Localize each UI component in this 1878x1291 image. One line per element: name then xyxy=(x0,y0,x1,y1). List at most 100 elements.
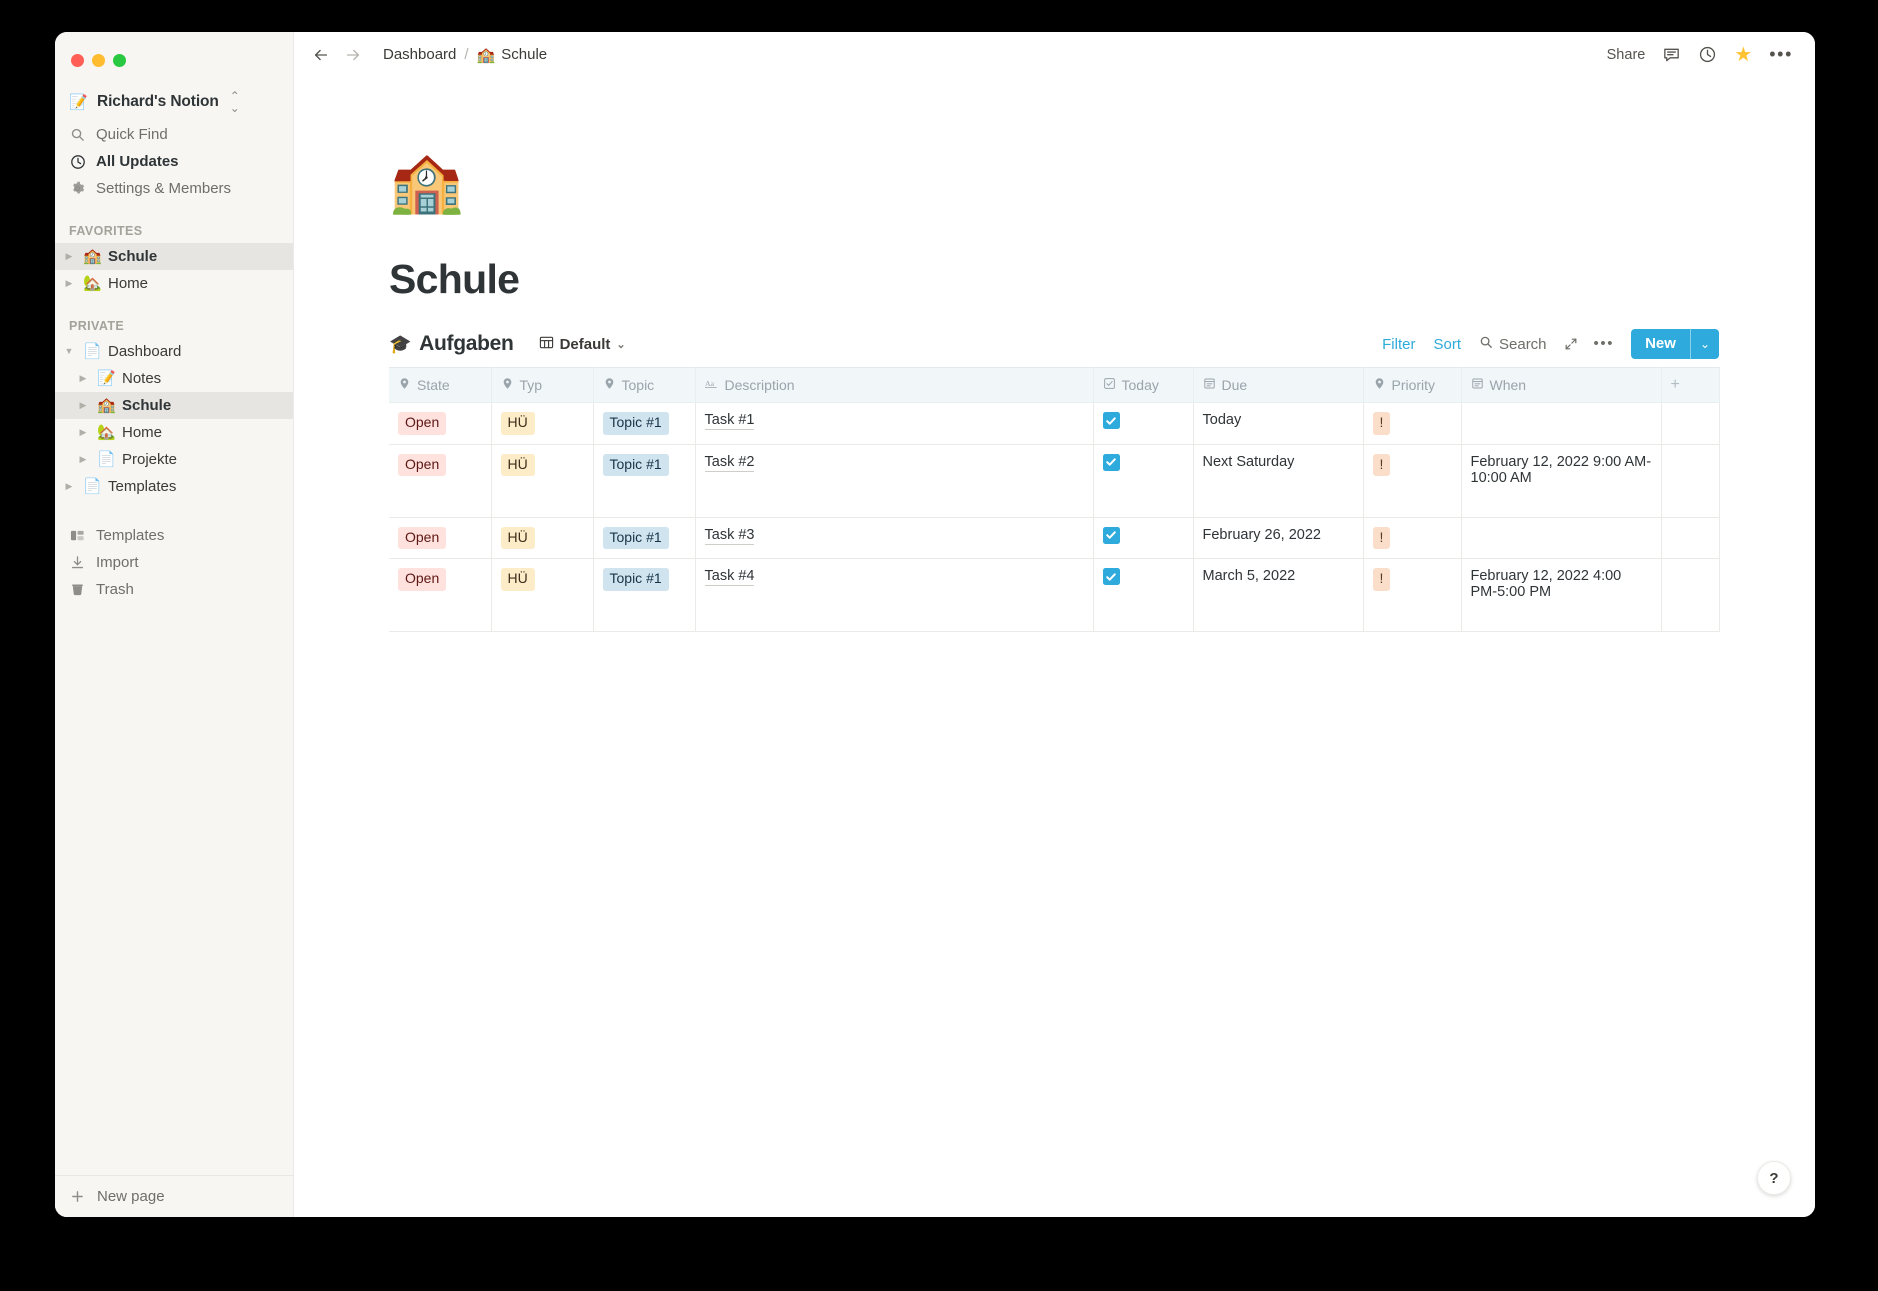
cell-description[interactable]: Task #2 xyxy=(695,444,1094,518)
sidebar-item-favorite-schule[interactable]: ▶ 🏫 Schule xyxy=(55,243,293,270)
sidebar-item-import[interactable]: Import xyxy=(63,549,285,576)
cell-today[interactable] xyxy=(1093,558,1194,632)
column-header-priority[interactable]: Priority xyxy=(1363,367,1462,403)
cell-topic[interactable]: Topic #1 xyxy=(593,444,696,518)
cell-when[interactable] xyxy=(1461,517,1662,559)
arrow-right-icon[interactable] xyxy=(344,46,362,64)
cell-topic[interactable]: Topic #1 xyxy=(593,517,696,559)
cell-typ[interactable]: HÜ xyxy=(491,444,594,518)
cell-when[interactable]: February 12, 2022 4:00 PM-5:00 PM xyxy=(1461,558,1662,632)
page-title[interactable]: Schule xyxy=(389,256,1719,303)
minimize-window-button[interactable] xyxy=(92,53,105,67)
column-header-add-property[interactable]: + xyxy=(1661,367,1720,403)
column-header-topic[interactable]: Topic xyxy=(593,367,696,403)
task-link[interactable]: Task #1 xyxy=(704,412,755,430)
arrow-left-icon[interactable] xyxy=(312,46,330,64)
sidebar-item-settings-members[interactable]: Settings & Members xyxy=(63,175,285,202)
cell-typ[interactable]: HÜ xyxy=(491,517,594,559)
cell-priority[interactable]: ! xyxy=(1363,517,1462,559)
sidebar-item-quick-find[interactable]: Quick Find xyxy=(63,121,285,148)
cell-when[interactable]: February 12, 2022 9:00 AM-10:00 AM xyxy=(1461,444,1662,518)
new-page-button[interactable]: New page xyxy=(55,1176,293,1217)
chevron-right-icon[interactable]: ▶ xyxy=(61,482,77,491)
checkbox-checked-icon[interactable] xyxy=(1102,568,1120,585)
cell-today[interactable] xyxy=(1093,517,1194,559)
cell-state[interactable]: Open xyxy=(389,558,492,632)
view-selector-default[interactable]: Default ⌄ xyxy=(532,331,633,358)
sidebar-item-trash[interactable]: Trash xyxy=(63,576,285,603)
task-link[interactable]: Task #2 xyxy=(704,453,755,472)
cell-typ[interactable]: HÜ xyxy=(491,558,594,632)
column-header-today[interactable]: Today xyxy=(1093,367,1194,403)
cell-priority[interactable]: ! xyxy=(1363,402,1462,445)
column-header-state[interactable]: State xyxy=(389,367,492,403)
task-link[interactable]: Task #4 xyxy=(704,568,755,586)
sidebar-item-templates[interactable]: Templates xyxy=(63,522,285,549)
column-header-typ[interactable]: Typ xyxy=(491,367,594,403)
new-row-button[interactable]: New ⌄ xyxy=(1631,329,1719,359)
cell-due[interactable]: February 26, 2022 xyxy=(1193,517,1364,559)
breadcrumb-item-schule[interactable]: 🏫 Schule xyxy=(472,44,553,66)
star-icon[interactable]: ★ xyxy=(1734,45,1752,65)
chevron-right-icon[interactable]: ▶ xyxy=(75,455,91,464)
cell-due[interactable]: Next Saturday xyxy=(1193,444,1364,518)
sidebar-item-notes[interactable]: ▶ 📝 Notes xyxy=(55,365,293,392)
column-header-when[interactable]: When xyxy=(1461,367,1662,403)
cell-description[interactable]: Task #4 xyxy=(695,558,1094,632)
checkbox-checked-icon[interactable] xyxy=(1102,453,1120,471)
database-more-icon[interactable]: ••• xyxy=(1586,335,1623,353)
cell-topic[interactable]: Topic #1 xyxy=(593,402,696,445)
cell-state[interactable]: Open xyxy=(389,402,492,445)
column-header-description[interactable]: Aa Description xyxy=(695,367,1094,403)
workspace-switcher[interactable]: 📝 Richard's Notion ⌃ ⌄ xyxy=(63,85,285,119)
sidebar-item-all-updates[interactable]: All Updates xyxy=(63,148,285,175)
close-window-button[interactable] xyxy=(71,53,84,67)
more-horizontal-icon[interactable]: ••• xyxy=(1769,45,1793,63)
chevron-right-icon[interactable]: ▶ xyxy=(75,374,91,383)
sidebar-item-dashboard[interactable]: ▼ 📄 Dashboard xyxy=(55,338,293,365)
chevron-right-icon[interactable]: ▶ xyxy=(61,279,77,288)
table-row[interactable]: Open HÜ Topic #1 Task #2 Next Saturday !… xyxy=(389,444,1720,518)
cell-today[interactable] xyxy=(1093,444,1194,518)
page-icon[interactable]: 🏫 xyxy=(389,152,1719,212)
cell-due[interactable]: Today xyxy=(1193,402,1364,445)
cell-typ[interactable]: HÜ xyxy=(491,402,594,445)
cell-priority[interactable]: ! xyxy=(1363,558,1462,632)
chevron-down-icon[interactable]: ▼ xyxy=(61,347,77,356)
database-title[interactable]: 🎓 Aufgaben xyxy=(389,332,514,356)
cell-due[interactable]: March 5, 2022 xyxy=(1193,558,1364,632)
table-row[interactable]: Open HÜ Topic #1 Task #1 Today ! xyxy=(389,402,1720,445)
filter-button[interactable]: Filter xyxy=(1373,332,1424,357)
sidebar-item-templates-page[interactable]: ▶ 📄 Templates xyxy=(55,473,293,500)
search-button[interactable]: Search xyxy=(1470,331,1556,357)
chevron-down-icon[interactable]: ⌄ xyxy=(1691,329,1719,359)
share-button[interactable]: Share xyxy=(1607,47,1646,63)
chevron-right-icon[interactable]: ▶ xyxy=(75,401,91,410)
table-row[interactable]: Open HÜ Topic #1 Task #3 February 26, 20… xyxy=(389,517,1720,559)
checkbox-checked-icon[interactable] xyxy=(1102,526,1120,544)
sidebar-item-home[interactable]: ▶ 🏡 Home xyxy=(55,419,293,446)
checkbox-checked-icon[interactable] xyxy=(1102,412,1120,429)
cell-when[interactable] xyxy=(1461,402,1662,445)
cell-state[interactable]: Open xyxy=(389,517,492,559)
sort-button[interactable]: Sort xyxy=(1424,332,1470,357)
sidebar-item-schule[interactable]: ▶ 🏫 Schule xyxy=(55,392,293,419)
cell-state[interactable]: Open xyxy=(389,444,492,518)
chevron-right-icon[interactable]: ▶ xyxy=(75,428,91,437)
column-header-due[interactable]: Due xyxy=(1193,367,1364,403)
sidebar-item-favorite-home[interactable]: ▶ 🏡 Home xyxy=(55,270,293,297)
cell-today[interactable] xyxy=(1093,402,1194,445)
cell-description[interactable]: Task #1 xyxy=(695,402,1094,445)
sidebar-item-projekte[interactable]: ▶ 📄 Projekte xyxy=(55,446,293,473)
cell-topic[interactable]: Topic #1 xyxy=(593,558,696,632)
breadcrumb-item-dashboard[interactable]: Dashboard xyxy=(378,44,461,65)
zoom-window-button[interactable] xyxy=(113,53,126,67)
task-link[interactable]: Task #3 xyxy=(704,526,755,545)
cell-priority[interactable]: ! xyxy=(1363,444,1462,518)
comment-icon[interactable] xyxy=(1662,45,1681,64)
table-row[interactable]: Open HÜ Topic #1 Task #4 March 5, 2022 !… xyxy=(389,558,1720,632)
help-button[interactable]: ? xyxy=(1757,1161,1791,1195)
chevron-right-icon[interactable]: ▶ xyxy=(61,252,77,261)
cell-description[interactable]: Task #3 xyxy=(695,517,1094,559)
history-clock-icon[interactable] xyxy=(1698,45,1717,64)
